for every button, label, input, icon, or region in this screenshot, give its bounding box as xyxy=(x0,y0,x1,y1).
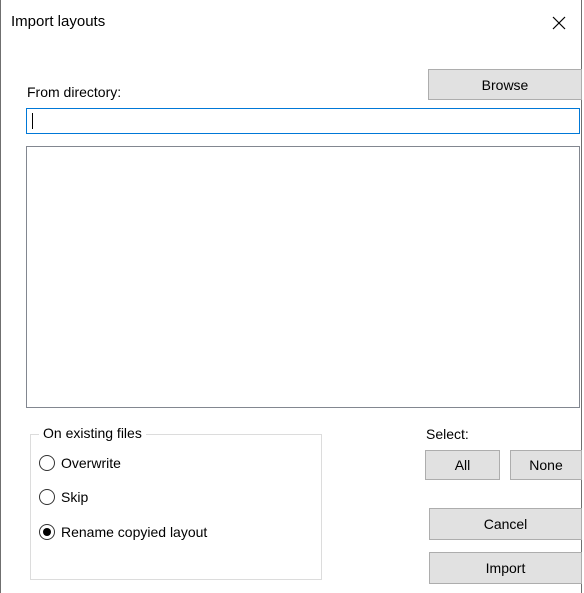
directory-input[interactable] xyxy=(26,108,580,134)
select-none-button[interactable]: None xyxy=(510,450,582,480)
radio-rename[interactable]: Rename copyied layout xyxy=(39,524,207,540)
radio-skip-label: Skip xyxy=(61,489,89,505)
import-button[interactable]: Import xyxy=(429,552,582,584)
title-bar: Import layouts xyxy=(1,0,581,46)
radio-rename-label: Rename copyied layout xyxy=(61,524,208,540)
dialog-title: Import layouts xyxy=(11,13,106,30)
text-caret xyxy=(32,113,33,129)
radio-overwrite-indicator[interactable] xyxy=(39,455,55,471)
close-icon xyxy=(552,16,566,30)
browse-button[interactable]: Browse xyxy=(428,69,582,100)
radio-skip[interactable]: Skip xyxy=(39,489,88,505)
radio-skip-indicator[interactable] xyxy=(39,489,55,505)
select-all-button[interactable]: All xyxy=(425,450,500,480)
existing-files-title: On existing files xyxy=(39,425,146,441)
radio-overwrite[interactable]: Overwrite xyxy=(39,455,121,471)
from-directory-label: From directory: xyxy=(27,84,122,100)
cancel-button[interactable]: Cancel xyxy=(429,508,582,540)
radio-overwrite-label: Overwrite xyxy=(61,455,121,471)
select-label: Select: xyxy=(426,426,469,442)
layouts-list[interactable] xyxy=(26,146,580,408)
import-layouts-dialog: Import layouts From directory: Browse On… xyxy=(0,0,582,593)
close-button[interactable] xyxy=(539,4,579,42)
radio-rename-indicator[interactable] xyxy=(39,524,55,540)
